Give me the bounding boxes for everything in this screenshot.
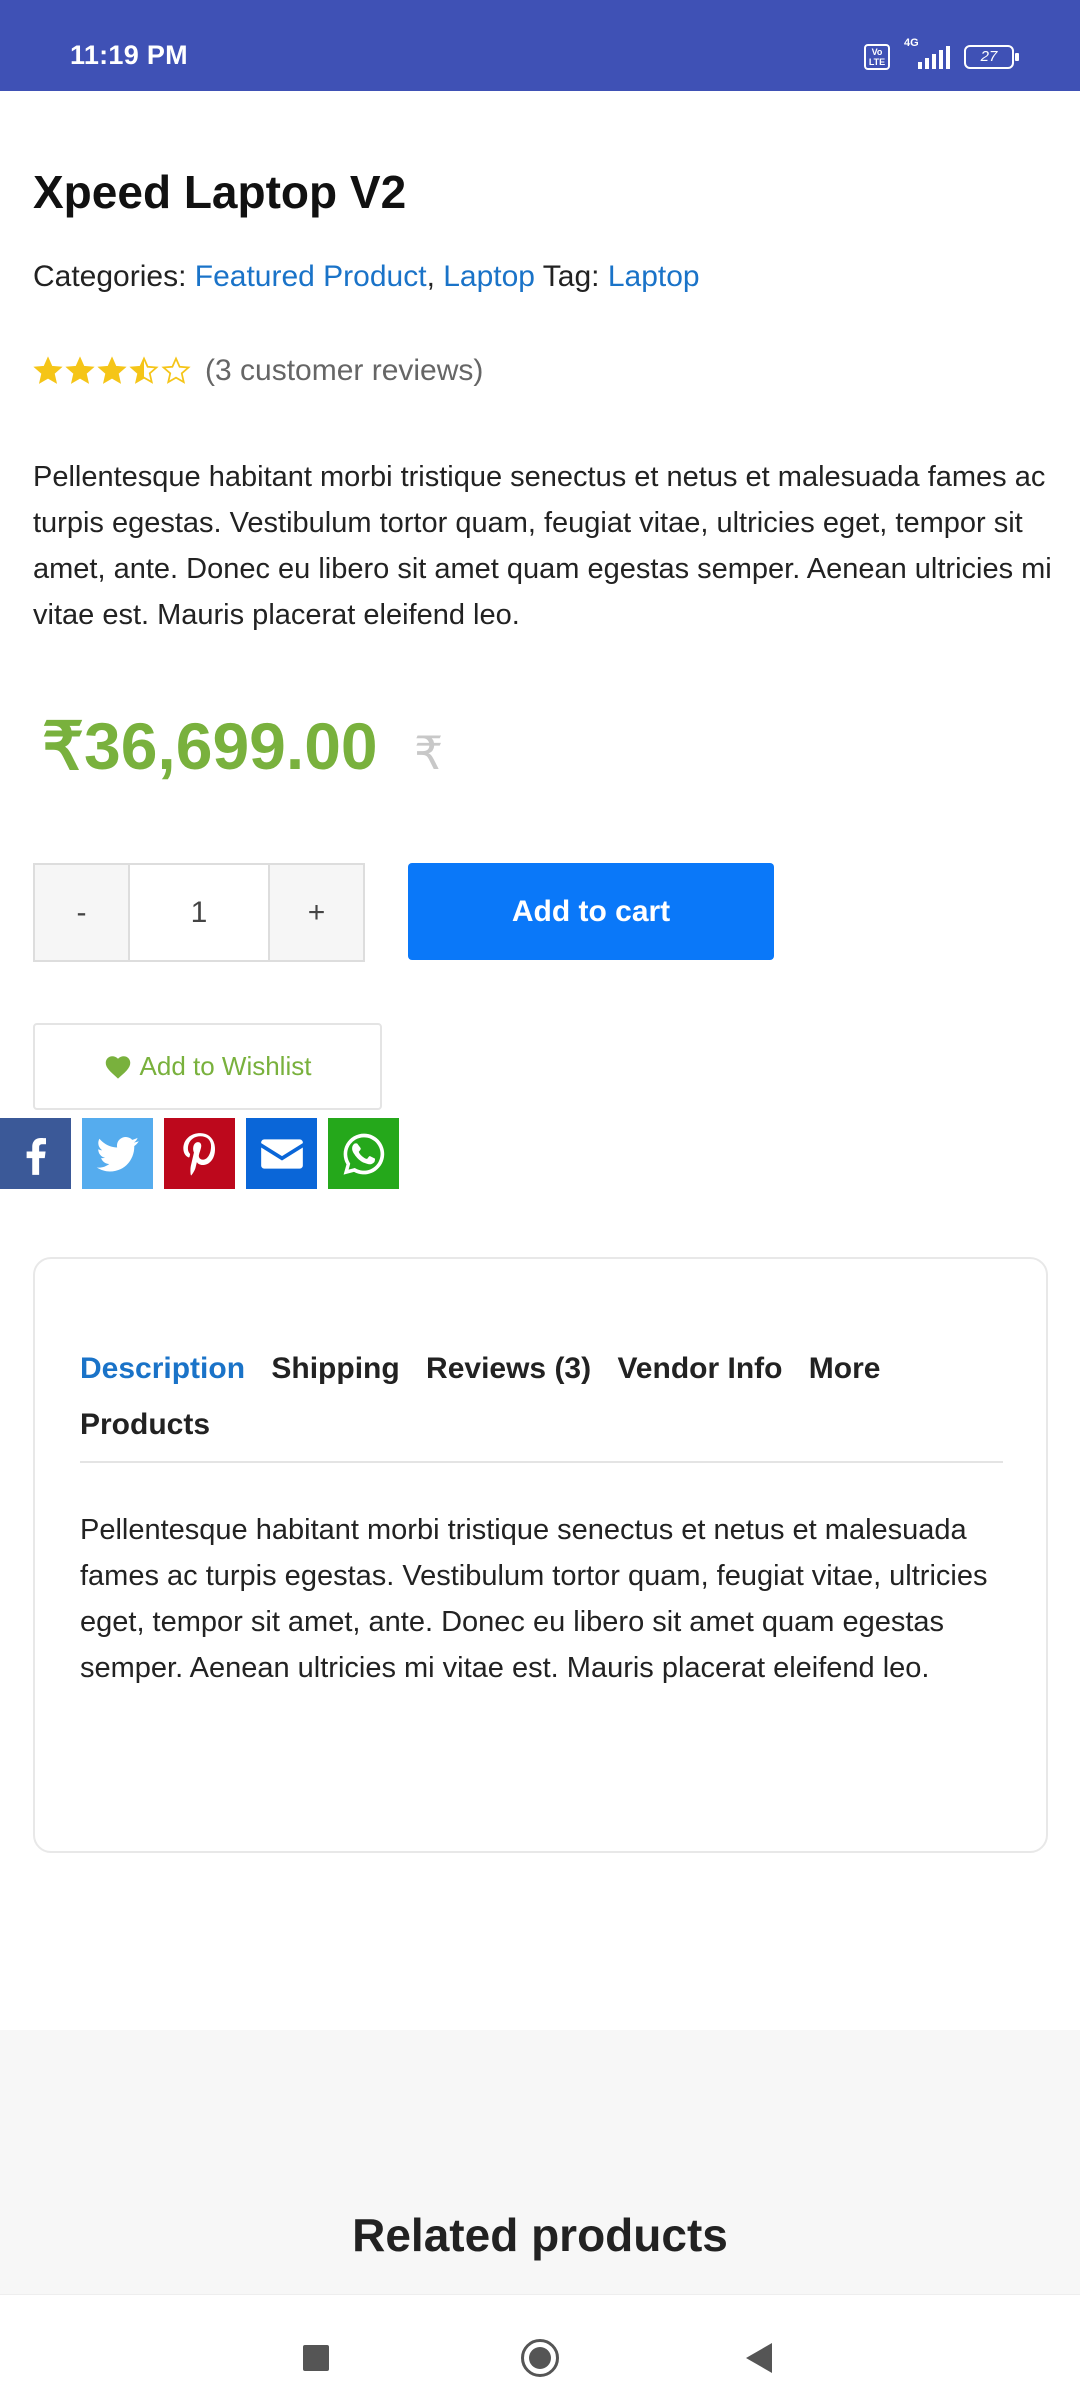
star-rating — [33, 356, 191, 386]
volte-icon: Vo LTE — [864, 44, 890, 70]
related-products-title: Related products — [352, 2209, 728, 2261]
tag-link-laptop[interactable]: Laptop — [608, 260, 700, 293]
facebook-icon — [26, 1137, 46, 1175]
battery-icon: 27 — [964, 45, 1019, 69]
whatsapp-icon — [343, 1133, 384, 1175]
tag-label: Tag: — [542, 260, 600, 293]
share-email-button[interactable] — [246, 1118, 317, 1189]
tab-shipping[interactable]: Shipping — [271, 1352, 399, 1385]
share-whatsapp-button[interactable] — [328, 1118, 399, 1189]
related-products-section: Related products — [0, 2030, 1080, 2294]
tab-description[interactable]: Description — [80, 1352, 245, 1385]
product-price: ₹36,699.00 — [42, 709, 378, 783]
twitter-icon — [96, 1136, 139, 1171]
short-description: Pellentesque habitant morbi tristique se… — [33, 461, 1052, 631]
tab-list: Description Shipping Reviews (3) Vendor … — [80, 1341, 1010, 1453]
quantity-increase-button[interactable]: + — [270, 865, 363, 960]
currency-switch-icon[interactable]: ₹ — [414, 726, 443, 780]
star-full-icon — [97, 356, 127, 384]
system-nav-bar — [0, 2294, 1080, 2400]
star-full-icon — [33, 356, 63, 384]
status-time: 11:19 PM — [70, 40, 188, 70]
back-icon[interactable] — [746, 2343, 772, 2373]
category-link-laptop[interactable]: Laptop — [443, 260, 535, 293]
add-to-wishlist-button[interactable]: Add to Wishlist — [33, 1023, 382, 1110]
recent-apps-icon[interactable] — [303, 2345, 329, 2371]
home-icon[interactable] — [521, 2339, 559, 2377]
signal-icon: 4G — [904, 37, 950, 69]
heart-icon — [105, 1055, 130, 1079]
share-facebook-button[interactable] — [0, 1118, 71, 1189]
product-title: Xpeed Laptop V2 — [33, 166, 407, 218]
categories-label: Categories: — [33, 260, 187, 293]
email-icon — [260, 1138, 303, 1169]
quantity-stepper: - 1 + — [33, 863, 365, 962]
star-half-icon — [129, 356, 159, 384]
product-tabs: Description Shipping Reviews (3) Vendor … — [33, 1257, 1048, 1853]
status-icons: Vo LTE 4G 27 — [864, 37, 1019, 70]
share-twitter-button[interactable] — [82, 1118, 153, 1189]
quantity-input[interactable]: 1 — [128, 865, 270, 960]
review-count-link[interactable]: (3 customer reviews) — [205, 354, 483, 388]
product-meta: Categories: Featured Product, Laptop Tag… — [33, 260, 700, 293]
share-pinterest-button[interactable] — [164, 1118, 235, 1189]
add-to-cart-button[interactable]: Add to cart — [408, 863, 774, 960]
status-bar: 11:19 PM Vo LTE 4G 27 — [0, 0, 1080, 91]
tab-content-description: Pellentesque habitant morbi tristique se… — [80, 1514, 988, 1684]
tab-reviews[interactable]: Reviews (3) — [426, 1352, 591, 1385]
product-rating: (3 customer reviews) — [33, 354, 483, 388]
star-empty-icon — [161, 356, 191, 384]
category-link-featured-product[interactable]: Featured Product — [195, 260, 427, 293]
pinterest-icon — [182, 1132, 215, 1175]
tab-vendor-info[interactable]: Vendor Info — [617, 1352, 782, 1385]
wishlist-label: Add to Wishlist — [139, 1051, 312, 1081]
share-buttons — [0, 1118, 399, 1189]
tabs-divider — [80, 1461, 1003, 1463]
network-type: 4G — [904, 37, 919, 49]
star-full-icon — [65, 356, 95, 384]
quantity-decrease-button[interactable]: - — [35, 865, 128, 960]
